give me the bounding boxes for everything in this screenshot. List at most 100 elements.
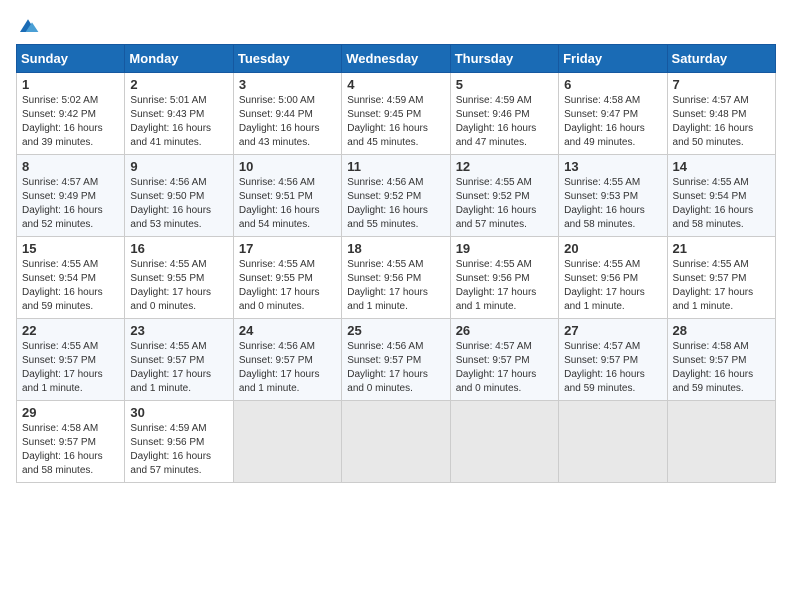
day-number: 25 [347,323,444,338]
logo [16,16,44,36]
day-sun-info: Sunrise: 4:56 AMSunset: 9:51 PMDaylight:… [239,176,336,232]
day-sun-info: Sunrise: 4:55 AMSunset: 9:54 PMDaylight:… [673,176,770,232]
calendar-week-row: 1 Sunrise: 5:02 AMSunset: 9:42 PMDaylight… [17,73,776,155]
day-number: 4 [347,77,444,92]
calendar-week-row: 8Sunrise: 4:57 AMSunset: 9:49 PMDaylight… [17,155,776,237]
day-number: 1 [22,77,119,92]
day-sun-info: Sunrise: 4:59 AMSunset: 9:56 PMDaylight:… [130,422,227,478]
day-sun-info: Sunrise: 4:59 AMSunset: 9:45 PMDaylight:… [347,94,444,150]
day-sun-info: Sunrise: 4:58 AMSunset: 9:47 PMDaylight:… [564,94,661,150]
day-of-week-header: Saturday [667,45,775,73]
day-sun-info: Sunrise: 5:02 AMSunset: 9:42 PMDaylight:… [22,94,119,150]
day-sun-info: Sunrise: 4:55 AMSunset: 9:52 PMDaylight:… [456,176,553,232]
day-sun-info: Sunrise: 4:55 AMSunset: 9:54 PMDaylight:… [22,258,119,314]
day-number: 30 [130,405,227,420]
calendar-day-cell: 2 Sunrise: 5:01 AMSunset: 9:43 PMDaylight… [125,73,233,155]
day-sun-info: Sunrise: 4:56 AMSunset: 9:57 PMDaylight:… [239,340,336,396]
day-sun-info: Sunrise: 4:57 AMSunset: 9:57 PMDaylight:… [564,340,661,396]
calendar: SundayMondayTuesdayWednesdayThursdayFrid… [16,44,776,483]
day-of-week-header: Thursday [450,45,558,73]
day-number: 26 [456,323,553,338]
day-number: 10 [239,159,336,174]
day-sun-info: Sunrise: 4:55 AMSunset: 9:57 PMDaylight:… [22,340,119,396]
day-sun-info: Sunrise: 4:56 AMSunset: 9:50 PMDaylight:… [130,176,227,232]
day-number: 22 [22,323,119,338]
day-sun-info: Sunrise: 4:55 AMSunset: 9:53 PMDaylight:… [564,176,661,232]
calendar-week-row: 15Sunrise: 4:55 AMSunset: 9:54 PMDayligh… [17,237,776,319]
calendar-day-cell: 10 Sunrise: 4:56 AMSunset: 9:51 PMDayligh… [233,155,341,237]
day-number: 24 [239,323,336,338]
day-number: 13 [564,159,661,174]
calendar-day-cell: 14Sunrise: 4:55 AMSunset: 9:54 PMDayligh… [667,155,775,237]
calendar-day-cell: 18 Sunrise: 4:55 AMSunset: 9:56 PMDayligh… [342,237,450,319]
calendar-day-cell: 1 Sunrise: 5:02 AMSunset: 9:42 PMDaylight… [17,73,125,155]
calendar-day-cell: 20 Sunrise: 4:55 AMSunset: 9:56 PMDayligh… [559,237,667,319]
day-sun-info: Sunrise: 4:56 AMSunset: 9:57 PMDaylight:… [347,340,444,396]
day-sun-info: Sunrise: 4:57 AMSunset: 9:49 PMDaylight:… [22,176,119,232]
calendar-day-cell: 30 Sunrise: 4:59 AMSunset: 9:56 PMDayligh… [125,401,233,483]
calendar-day-cell: 13 Sunrise: 4:55 AMSunset: 9:53 PMDayligh… [559,155,667,237]
day-number: 9 [130,159,227,174]
calendar-day-cell: 28Sunrise: 4:58 AMSunset: 9:57 PMDayligh… [667,319,775,401]
calendar-day-cell: 27 Sunrise: 4:57 AMSunset: 9:57 PMDayligh… [559,319,667,401]
calendar-empty-cell [450,401,558,483]
day-number: 21 [673,241,770,256]
day-of-week-header: Tuesday [233,45,341,73]
logo-icon [16,16,40,36]
calendar-day-cell: 3 Sunrise: 5:00 AMSunset: 9:44 PMDaylight… [233,73,341,155]
day-number: 12 [456,159,553,174]
calendar-day-cell: 11 Sunrise: 4:56 AMSunset: 9:52 PMDayligh… [342,155,450,237]
calendar-day-cell: 5 Sunrise: 4:59 AMSunset: 9:46 PMDaylight… [450,73,558,155]
calendar-day-cell: 29 Sunrise: 4:58 AMSunset: 9:57 PMDayligh… [17,401,125,483]
day-number: 11 [347,159,444,174]
day-number: 28 [673,323,770,338]
day-sun-info: Sunrise: 4:55 AMSunset: 9:56 PMDaylight:… [347,258,444,314]
calendar-week-row: 22 Sunrise: 4:55 AMSunset: 9:57 PMDayligh… [17,319,776,401]
day-sun-info: Sunrise: 5:00 AMSunset: 9:44 PMDaylight:… [239,94,336,150]
calendar-day-cell: 16 Sunrise: 4:55 AMSunset: 9:55 PMDayligh… [125,237,233,319]
calendar-day-cell: 19 Sunrise: 4:55 AMSunset: 9:56 PMDayligh… [450,237,558,319]
calendar-day-cell: 8Sunrise: 4:57 AMSunset: 9:49 PMDaylight… [17,155,125,237]
day-number: 20 [564,241,661,256]
calendar-empty-cell [667,401,775,483]
day-number: 17 [239,241,336,256]
calendar-day-cell: 25 Sunrise: 4:56 AMSunset: 9:57 PMDayligh… [342,319,450,401]
day-number: 19 [456,241,553,256]
day-sun-info: Sunrise: 5:01 AMSunset: 9:43 PMDaylight:… [130,94,227,150]
day-sun-info: Sunrise: 4:59 AMSunset: 9:46 PMDaylight:… [456,94,553,150]
day-number: 18 [347,241,444,256]
day-number: 23 [130,323,227,338]
day-sun-info: Sunrise: 4:58 AMSunset: 9:57 PMDaylight:… [22,422,119,478]
day-sun-info: Sunrise: 4:55 AMSunset: 9:57 PMDaylight:… [673,258,770,314]
day-number: 6 [564,77,661,92]
calendar-day-cell: 23 Sunrise: 4:55 AMSunset: 9:57 PMDayligh… [125,319,233,401]
calendar-day-cell: 7Sunrise: 4:57 AMSunset: 9:48 PMDaylight… [667,73,775,155]
calendar-day-cell: 9 Sunrise: 4:56 AMSunset: 9:50 PMDaylight… [125,155,233,237]
day-sun-info: Sunrise: 4:55 AMSunset: 9:57 PMDaylight:… [130,340,227,396]
day-sun-info: Sunrise: 4:55 AMSunset: 9:56 PMDaylight:… [564,258,661,314]
day-number: 2 [130,77,227,92]
day-number: 3 [239,77,336,92]
calendar-empty-cell [342,401,450,483]
calendar-day-cell: 17Sunrise: 4:55 AMSunset: 9:55 PMDayligh… [233,237,341,319]
calendar-day-cell: 12 Sunrise: 4:55 AMSunset: 9:52 PMDayligh… [450,155,558,237]
day-sun-info: Sunrise: 4:57 AMSunset: 9:57 PMDaylight:… [456,340,553,396]
day-of-week-header: Monday [125,45,233,73]
calendar-day-cell: 4 Sunrise: 4:59 AMSunset: 9:45 PMDaylight… [342,73,450,155]
calendar-day-cell: 22 Sunrise: 4:55 AMSunset: 9:57 PMDayligh… [17,319,125,401]
calendar-day-cell: 6 Sunrise: 4:58 AMSunset: 9:47 PMDaylight… [559,73,667,155]
calendar-empty-cell [559,401,667,483]
calendar-header-row: SundayMondayTuesdayWednesdayThursdayFrid… [17,45,776,73]
calendar-day-cell: 24 Sunrise: 4:56 AMSunset: 9:57 PMDayligh… [233,319,341,401]
day-of-week-header: Wednesday [342,45,450,73]
day-number: 29 [22,405,119,420]
calendar-empty-cell [233,401,341,483]
day-sun-info: Sunrise: 4:56 AMSunset: 9:52 PMDaylight:… [347,176,444,232]
calendar-day-cell: 21 Sunrise: 4:55 AMSunset: 9:57 PMDayligh… [667,237,775,319]
day-number: 16 [130,241,227,256]
calendar-day-cell: 15Sunrise: 4:55 AMSunset: 9:54 PMDayligh… [17,237,125,319]
day-number: 5 [456,77,553,92]
day-sun-info: Sunrise: 4:55 AMSunset: 9:55 PMDaylight:… [130,258,227,314]
day-number: 27 [564,323,661,338]
day-sun-info: Sunrise: 4:55 AMSunset: 9:56 PMDaylight:… [456,258,553,314]
